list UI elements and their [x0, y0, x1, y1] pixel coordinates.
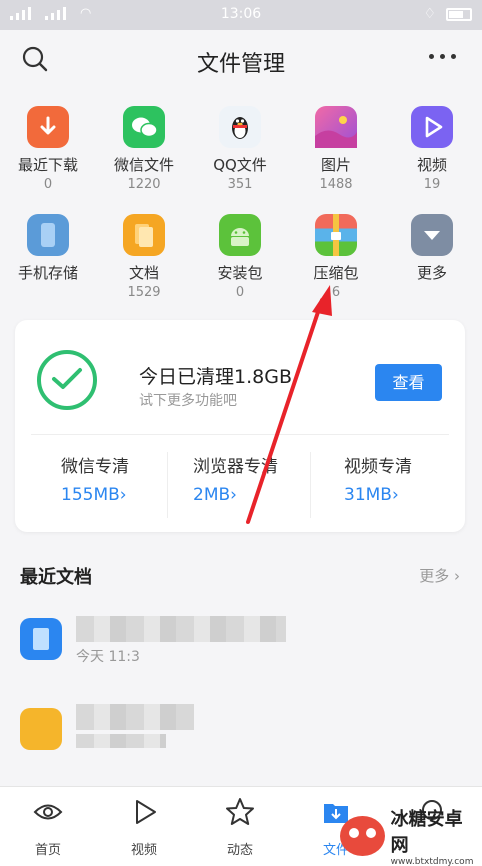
category-label: 图片	[320, 156, 351, 174]
clean-item-name: 浏览器专清	[193, 457, 278, 477]
category-zip-archives[interactable]: 压缩包 6	[288, 214, 384, 300]
category-count: 19	[423, 177, 441, 192]
cleaner-subtitle: 试下更多功能吧	[139, 393, 237, 409]
category-label: 最近下载	[17, 156, 78, 174]
divider	[167, 452, 168, 518]
download-icon	[27, 106, 69, 148]
doc-time: 今天 11:3	[76, 649, 140, 665]
recent-more-link[interactable]: 更多 ›	[419, 565, 460, 586]
tab-label: 首页	[34, 843, 61, 858]
browser-clean-item[interactable]: 浏览器专清 2MB›	[193, 452, 343, 512]
doc-file-icon	[20, 618, 62, 660]
category-documents[interactable]: 文档 1529	[96, 214, 192, 300]
chevron-right-icon: ›	[230, 485, 237, 505]
tab-home[interactable]: 首页	[0, 797, 96, 858]
mute-bell-icon: ♢	[423, 6, 436, 22]
category-count: 6	[331, 285, 341, 300]
category-wechat-files[interactable]: 微信文件 1220	[96, 106, 192, 192]
tab-label: 视频	[130, 843, 157, 858]
battery-icon	[446, 8, 472, 21]
divider	[310, 452, 311, 518]
video-play-icon	[411, 106, 453, 148]
category-label: 压缩包	[313, 264, 359, 282]
clean-item-size: 155MB›	[61, 485, 127, 505]
category-phone-storage[interactable]: 手机存储	[0, 214, 96, 283]
category-label: 文档	[128, 264, 159, 282]
watermark-title: 冰糖安卓网	[390, 809, 463, 856]
category-label: 更多	[416, 264, 447, 282]
document-icon	[123, 214, 165, 256]
blurred-filename	[76, 616, 286, 642]
category-videos[interactable]: 视频 19	[384, 106, 480, 192]
tab-label: 动态	[226, 843, 253, 858]
more-options-icon[interactable]	[429, 54, 456, 59]
chevron-right-icon: ›	[391, 485, 399, 505]
site-watermark: 冰糖安卓网 www.btxtdmy.com	[340, 809, 478, 866]
category-count: 0	[235, 285, 245, 300]
category-count: 1488	[319, 177, 353, 192]
category-label: QQ文件	[213, 156, 267, 174]
clean-item-size: 31MB›	[344, 485, 399, 505]
picture-icon	[315, 106, 357, 148]
video-clean-item[interactable]: 视频专清 31MB›	[344, 452, 482, 512]
category-label: 微信文件	[113, 156, 174, 174]
category-count: 1529	[127, 285, 161, 300]
category-count: 1220	[127, 177, 161, 192]
status-time: 13:06	[220, 6, 262, 22]
recent-docs-title: 最近文档	[20, 567, 92, 588]
android-icon	[219, 214, 261, 256]
category-recent-downloads[interactable]: 最近下载 0	[0, 106, 96, 192]
category-count: 0	[43, 177, 53, 192]
eye-icon	[33, 804, 63, 820]
phone-storage-icon	[27, 214, 69, 256]
folder-file-icon	[20, 708, 62, 750]
status-bar: ◠ 13:06 ♢	[0, 0, 482, 30]
chevron-right-icon: ›	[119, 485, 127, 505]
category-label: 视频	[416, 156, 447, 174]
category-more[interactable]: 更多	[384, 214, 480, 283]
star-icon	[226, 798, 254, 825]
qq-penguin-icon	[219, 106, 261, 148]
play-icon	[136, 800, 156, 824]
tab-feed[interactable]: 动态	[192, 797, 288, 858]
zip-archive-icon	[315, 214, 357, 256]
page-title: 文件管理	[196, 52, 285, 77]
chevron-right-icon: ›	[454, 567, 460, 585]
cleaner-card: 今日已清理1.8GB 试下更多功能吧 查看 微信专清 155MB› 浏览器专清 …	[15, 320, 465, 532]
watermark-logo-icon	[340, 816, 385, 856]
tab-video[interactable]: 视频	[96, 797, 192, 858]
category-qq-files[interactable]: QQ文件 351	[192, 106, 288, 192]
recent-doc-item[interactable]	[0, 692, 482, 782]
divider	[31, 434, 449, 435]
wechat-clean-item[interactable]: 微信专清 155MB›	[61, 452, 211, 512]
check-circle-icon	[37, 350, 97, 410]
clean-item-name: 视频专清	[344, 457, 412, 477]
category-count: 351	[227, 177, 253, 192]
blurred-timestamp	[76, 734, 166, 748]
watermark-url: www.btxtdmy.com	[390, 857, 474, 866]
recent-doc-item[interactable]: 今天 11:3	[0, 602, 482, 692]
cleaned-summary: 今日已清理1.8GB	[139, 366, 292, 388]
chevron-down-icon	[411, 214, 453, 256]
category-label: 手机存储	[17, 264, 78, 282]
view-button[interactable]: 查看	[375, 364, 442, 401]
category-pictures[interactable]: 图片 1488	[288, 106, 384, 192]
blurred-filename	[76, 704, 194, 730]
clean-item-name: 微信专清	[61, 457, 129, 477]
category-label: 安装包	[217, 264, 263, 282]
wechat-icon	[123, 106, 165, 148]
app-header: 文件管理	[0, 30, 482, 92]
category-apk-packages[interactable]: 安装包 0	[192, 214, 288, 300]
clean-item-size: 2MB›	[193, 485, 237, 505]
